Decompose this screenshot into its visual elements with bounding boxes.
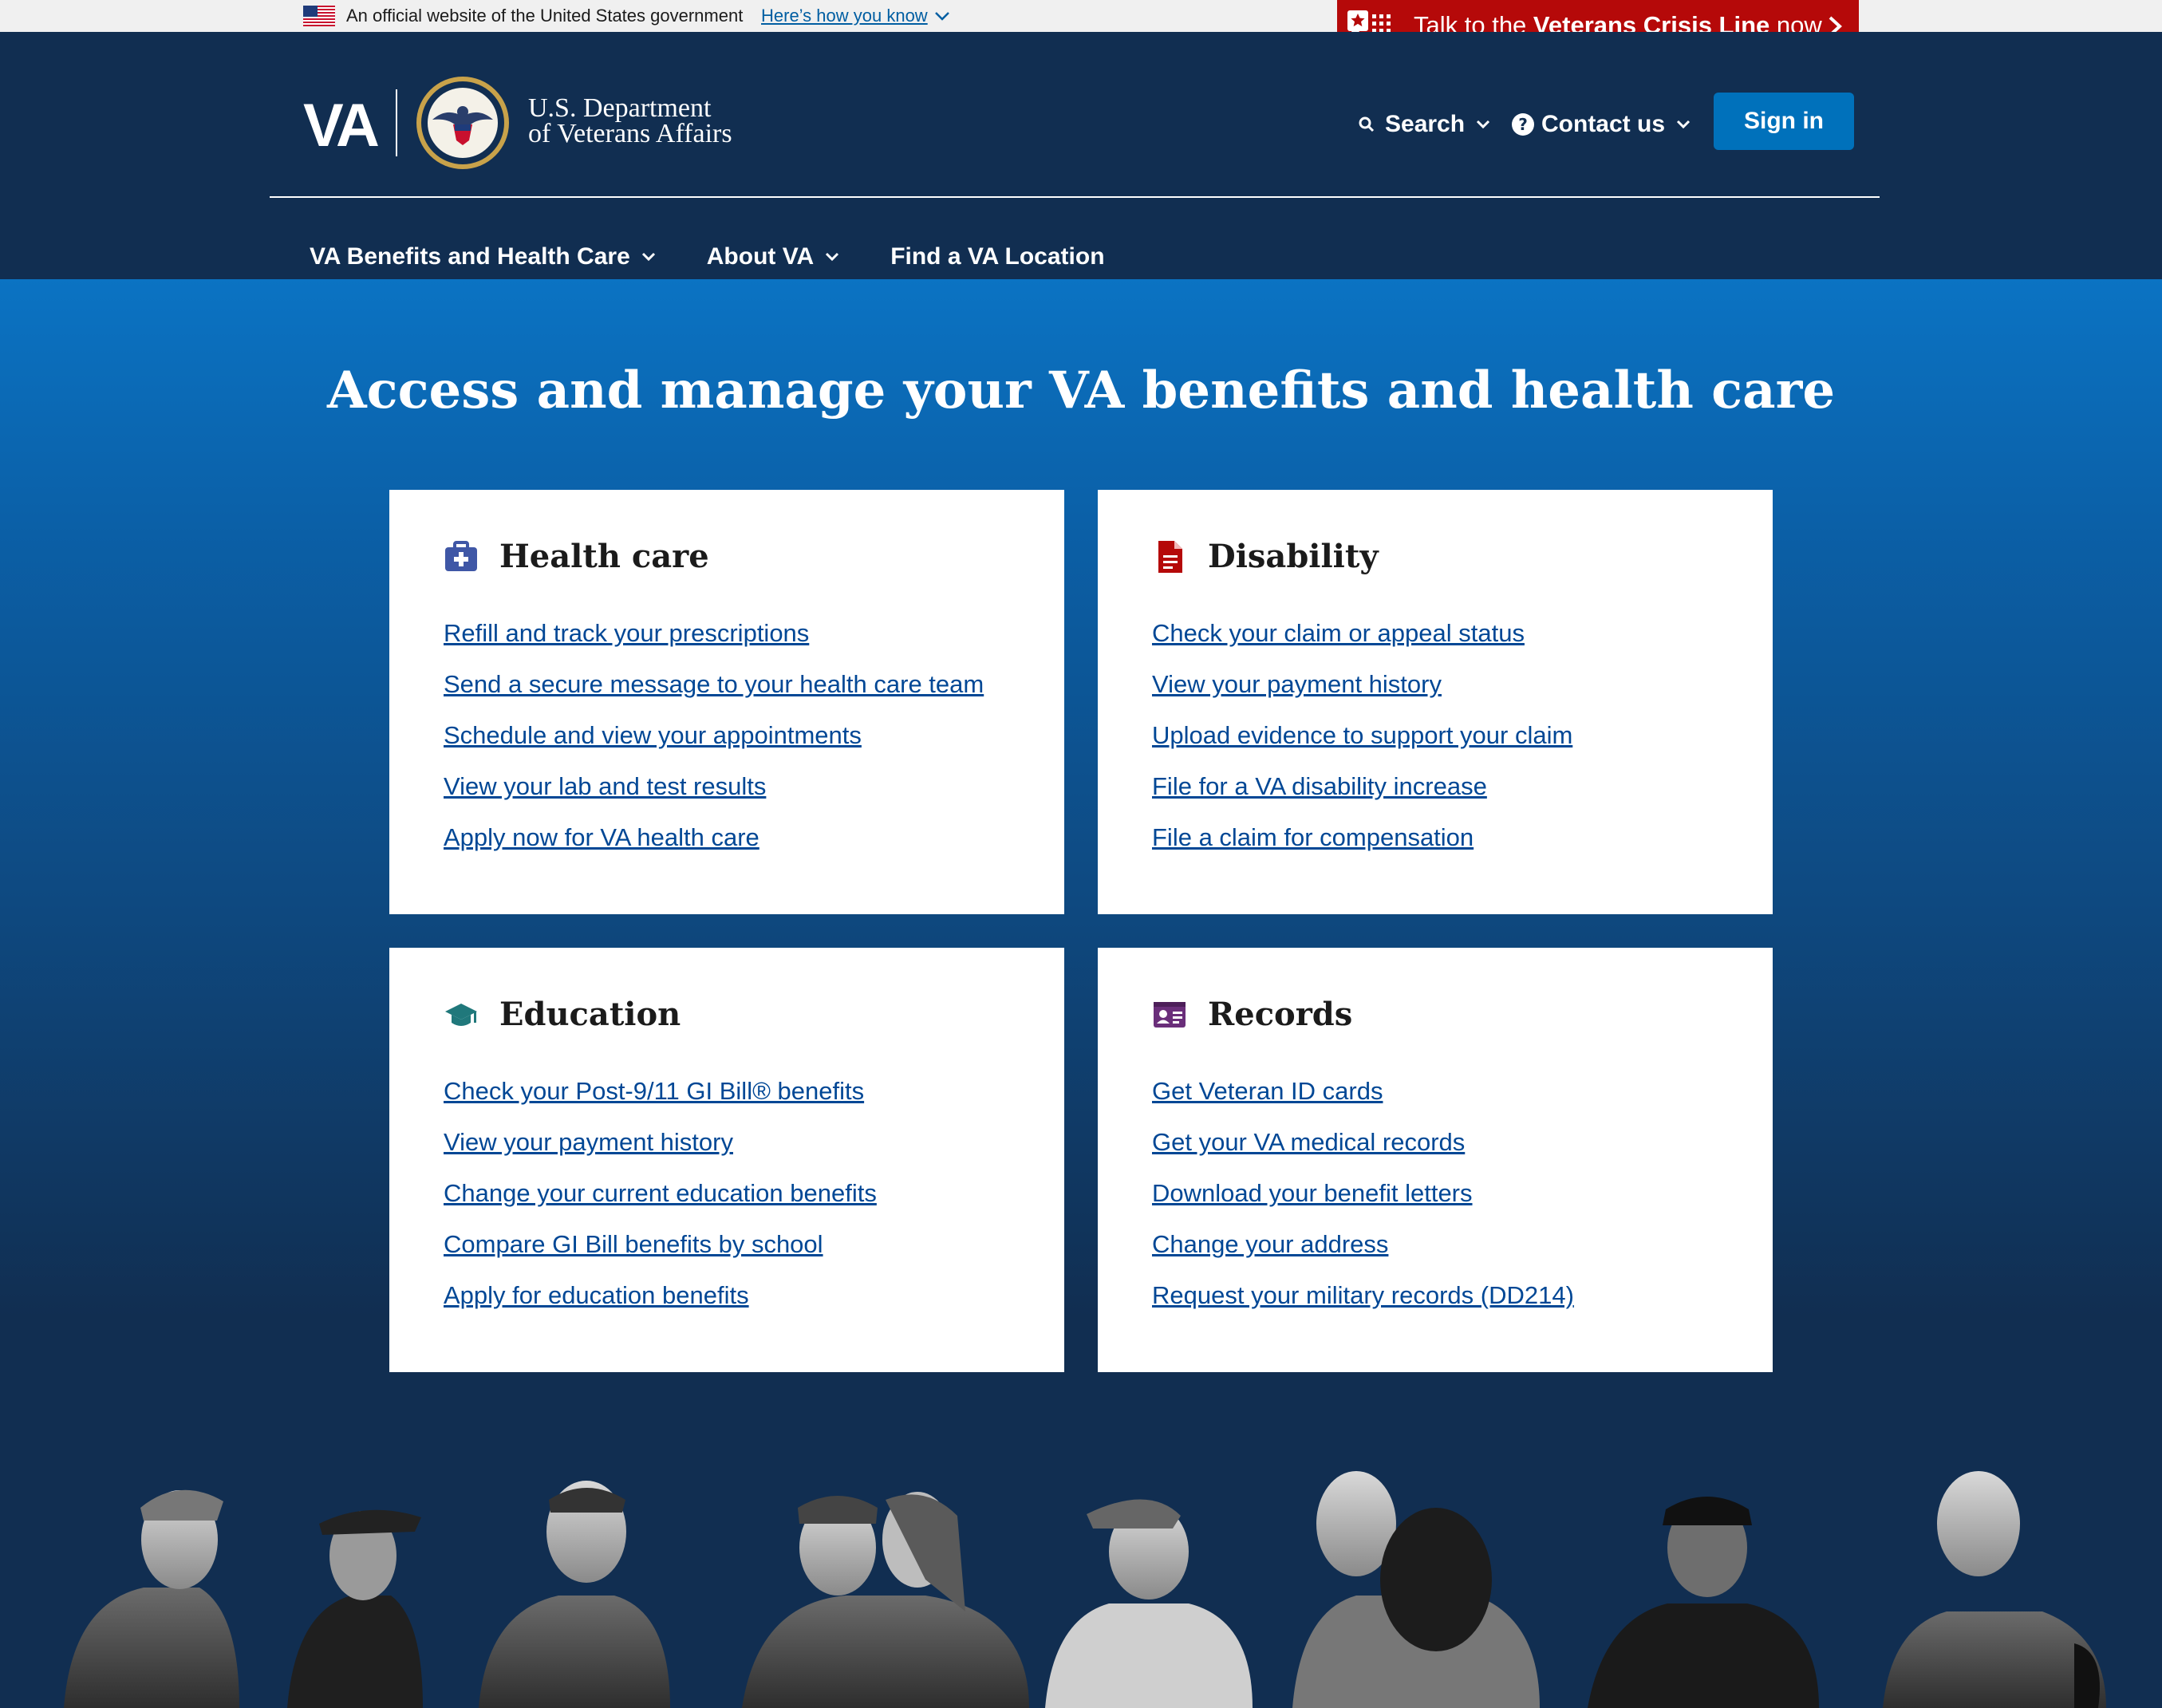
veteran-portrait-4 (742, 1492, 1029, 1708)
link-military-records[interactable]: Request your military records (DD214) (1152, 1281, 1574, 1309)
graduation-cap-icon (445, 1004, 477, 1026)
header-search-button[interactable]: Search (1358, 108, 1490, 140)
link-file-compensation[interactable]: File a claim for compensation (1152, 823, 1474, 851)
veteran-portrait-7 (1588, 1497, 1819, 1708)
header-divider (270, 196, 1880, 198)
link-secure-message[interactable]: Send a secure message to your health car… (444, 670, 984, 698)
chevron-down-icon (641, 252, 655, 262)
sign-in-button[interactable]: Sign in (1714, 93, 1854, 150)
contact-label: Contact us (1541, 111, 1666, 137)
link-apply-health-care[interactable]: Apply now for VA health care (444, 823, 759, 851)
link-apply-education[interactable]: Apply for education benefits (444, 1281, 749, 1309)
card-records: Records Get Veteran ID cards Get your VA… (1098, 948, 1773, 1372)
nav-benefits-health-care[interactable]: VA Benefits and Health Care (310, 241, 656, 273)
va-logo-letters[interactable]: VA (303, 94, 380, 158)
veteran-portrait-3 (479, 1481, 670, 1708)
link-medical-records[interactable]: Get your VA medical records (1152, 1128, 1465, 1156)
card-health-care: Health care Refill and track your prescr… (389, 490, 1064, 914)
link-change-education-benefits[interactable]: Change your current education benefits (444, 1179, 877, 1207)
chevron-down-icon (826, 252, 839, 262)
department-name: U.S. Department of Veterans Affairs (528, 93, 732, 148)
card-link-list: Refill and track your prescriptions Send… (444, 617, 984, 873)
link-benefit-letters[interactable]: Download your benefit letters (1152, 1179, 1473, 1207)
card-link-list: Check your Post-9/11 GI Bill® benefits V… (444, 1075, 877, 1331)
link-payment-history[interactable]: View your payment history (444, 1128, 733, 1156)
search-label: Search (1385, 111, 1466, 137)
id-card-icon (1154, 1002, 1186, 1028)
chevron-down-icon[interactable] (933, 8, 951, 24)
nav-find-va-location[interactable]: Find a VA Location (890, 241, 1104, 273)
link-compare-gi-bill[interactable]: Compare GI Bill benefits by school (444, 1230, 823, 1258)
link-disability-increase[interactable]: File for a VA disability increase (1152, 772, 1487, 800)
va-seal-icon[interactable] (415, 75, 511, 171)
chevron-down-icon (1676, 120, 1691, 129)
card-disability: Disability Check your claim or appeal st… (1098, 490, 1773, 914)
card-title: Education (499, 996, 681, 1033)
document-icon (1158, 541, 1182, 573)
us-flag-icon (303, 6, 335, 26)
card-title: Health care (499, 538, 709, 575)
link-payment-history[interactable]: View your payment history (1152, 670, 1442, 698)
main-nav: VA Benefits and Health Care About VA Fin… (310, 241, 1156, 273)
link-claim-status[interactable]: Check your claim or appeal status (1152, 619, 1525, 647)
medical-kit-icon (445, 541, 477, 571)
link-upload-evidence[interactable]: Upload evidence to support your claim (1152, 721, 1572, 749)
veteran-portrait-8 (1883, 1471, 2106, 1708)
hero-title: Access and manage your VA benefits and h… (326, 361, 1836, 420)
veteran-portrait-5 (1045, 1499, 1253, 1708)
heres-how-you-know-link[interactable]: Here’s how you know (761, 5, 928, 27)
card-education: Education Check your Post-9/11 GI Bill® … (389, 948, 1064, 1372)
help-circle-icon: ? (1512, 113, 1534, 136)
link-change-address[interactable]: Change your address (1152, 1230, 1388, 1258)
card-link-list: Check your claim or appeal status View y… (1152, 617, 1572, 873)
site-header: VA U.S. Department of Veterans Affairs S… (0, 32, 2162, 279)
link-refill-prescriptions[interactable]: Refill and track your prescriptions (444, 619, 809, 647)
chevron-down-icon (1477, 120, 1490, 129)
card-title: Disability (1208, 538, 1379, 575)
link-veteran-id-cards[interactable]: Get Veteran ID cards (1152, 1077, 1383, 1105)
nav-about-va[interactable]: About VA (707, 241, 839, 273)
search-icon (1359, 116, 1375, 132)
card-link-list: Get Veteran ID cards Get your VA medical… (1152, 1075, 1574, 1331)
link-post-911-gi-bill[interactable]: Check your Post-9/11 GI Bill® benefits (444, 1077, 864, 1105)
card-title: Records (1208, 996, 1353, 1033)
veteran-portrait-6 (1292, 1471, 1540, 1708)
veteran-portrait-2 (287, 1509, 423, 1708)
header-contact-button[interactable]: ? Contact us (1511, 108, 1691, 140)
link-lab-results[interactable]: View your lab and test results (444, 772, 766, 800)
official-site-text: An official website of the United States… (346, 6, 744, 26)
link-schedule-appointments[interactable]: Schedule and view your appointments (444, 721, 862, 749)
veteran-portrait-1 (64, 1489, 239, 1708)
logo-divider (396, 89, 397, 156)
veteran-portraits-image (64, 1471, 2106, 1708)
svg-text:?: ? (1518, 115, 1528, 134)
